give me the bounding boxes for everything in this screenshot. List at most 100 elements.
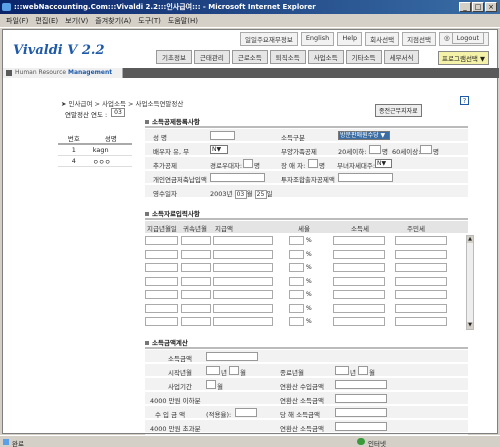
income-grid-cell[interactable] (145, 276, 178, 286)
name-input[interactable] (210, 131, 235, 140)
income-grid-cell[interactable] (395, 249, 447, 259)
income-amount-input[interactable] (206, 352, 258, 361)
disabled-input[interactable] (308, 159, 318, 168)
income-grid-cell[interactable] (289, 290, 304, 299)
period-input[interactable] (206, 380, 216, 389)
table-row[interactable]: 1 kagn (58, 144, 132, 156)
topnav-logout[interactable]: ◎ Logout (438, 32, 489, 46)
income-grid-cell[interactable] (213, 317, 273, 326)
income-grid-cell[interactable] (395, 276, 447, 286)
end-year-input[interactable] (335, 366, 349, 375)
grid-scrollbar[interactable]: ▲ ▼ (466, 235, 474, 330)
topnav-branch-select[interactable]: 지점선택 (402, 32, 436, 46)
income-grid-cell[interactable] (395, 317, 447, 326)
income-grid-cell[interactable] (181, 276, 211, 286)
income-grid-cell[interactable] (181, 317, 211, 326)
income-grid-cell[interactable] (145, 303, 178, 313)
income-grid-cell[interactable] (145, 290, 178, 299)
close-button[interactable]: × (485, 2, 497, 12)
income-grid-cell[interactable] (333, 249, 385, 259)
disabled-label: 장 애 자: (281, 162, 306, 170)
income-grid-cell[interactable] (333, 303, 385, 313)
topnav-company-select[interactable]: 회사선택 (365, 32, 400, 46)
income-grid-cell[interactable] (289, 317, 304, 326)
income-grid-cell[interactable] (181, 249, 211, 259)
year-input[interactable]: 03 (111, 108, 125, 117)
income-grid-cell[interactable] (333, 276, 385, 286)
income-grid-cell[interactable] (213, 236, 273, 245)
rate-input[interactable] (235, 408, 257, 417)
income-grid-cell[interactable] (181, 290, 211, 299)
income-grid-cell[interactable] (145, 236, 178, 245)
annual-income-input-2[interactable] (335, 422, 387, 431)
scroll-down-icon[interactable]: ▼ (467, 322, 473, 329)
income-grid-cell[interactable] (145, 317, 178, 326)
income-grid-cell[interactable] (395, 303, 447, 313)
income-grid-cell[interactable] (145, 263, 178, 272)
receipt-month-input[interactable]: 03 (234, 190, 247, 199)
income-grid-cell[interactable] (213, 303, 273, 313)
year-income-input[interactable] (335, 408, 387, 417)
under20-input[interactable] (369, 145, 381, 154)
receipt-day-input[interactable]: 25 (254, 190, 267, 199)
minimize-button[interactable]: _ (459, 2, 471, 12)
union-input[interactable] (338, 173, 393, 182)
income-grid-cell[interactable] (333, 236, 385, 245)
menu-help[interactable]: 도움말(H) (168, 16, 198, 26)
mainmenu-attendance[interactable]: 근태관리 (193, 50, 230, 64)
hr-square-icon (6, 70, 12, 76)
menu-edit[interactable]: 편집(E) (35, 16, 58, 26)
income-grid-cell[interactable] (395, 236, 447, 245)
end-month-input[interactable] (358, 366, 368, 375)
program-select[interactable]: 프로그램선택 ▼ (438, 51, 489, 65)
menu-tools[interactable]: 도구(T) (138, 16, 161, 26)
spouse-select[interactable]: N▼ (210, 145, 228, 154)
elderly-input[interactable] (243, 159, 253, 168)
topnav-english[interactable]: English (300, 32, 335, 46)
menu-favorites[interactable]: 즐겨찾기(A) (95, 16, 131, 26)
scroll-up-icon[interactable]: ▲ (467, 236, 473, 243)
section-deduction-title: 소득공제등록사항 (145, 116, 200, 126)
income-grid-cell[interactable] (145, 249, 178, 259)
previous-workplace-button[interactable]: 종전근무지자료 (375, 104, 422, 117)
topnav-help[interactable]: Help (337, 32, 363, 46)
income-grid-cell[interactable] (395, 263, 447, 272)
mainmenu-tax-forms[interactable]: 세무서식 (383, 50, 420, 64)
income-type-select[interactable]: 방문판매원수당 ▼ (338, 131, 390, 140)
table-row[interactable]: 4 ㅇㅇㅇ (58, 155, 132, 167)
mainmenu-earned-income[interactable]: 근로소득 (231, 50, 268, 64)
income-grid-cell[interactable] (181, 303, 211, 313)
annual-revenue-input[interactable] (335, 380, 387, 389)
help-icon[interactable]: ? (460, 96, 469, 105)
mainmenu-business-income[interactable]: 사업소득 (307, 50, 344, 64)
income-grid-cell[interactable] (213, 263, 273, 272)
mainmenu-retirement-income[interactable]: 퇴직소득 (269, 50, 306, 64)
income-grid-cell[interactable] (333, 317, 385, 326)
income-grid-cell[interactable] (213, 249, 273, 259)
maximize-button[interactable]: □ (472, 2, 484, 12)
over60-input[interactable] (420, 145, 432, 154)
income-grid-cell[interactable] (181, 263, 211, 272)
mainmenu-other-income[interactable]: 기타소득 (345, 50, 382, 64)
start-month-input[interactable] (229, 366, 239, 375)
start-year-input[interactable] (206, 366, 220, 375)
income-grid-cell[interactable] (289, 249, 304, 259)
annual-income-input[interactable] (335, 394, 387, 403)
income-grid-cell[interactable] (333, 290, 385, 299)
income-grid-cell[interactable] (213, 290, 273, 299)
receipt-year[interactable]: 2003 (210, 190, 227, 198)
income-grid-cell[interactable] (395, 290, 447, 299)
income-grid-cell[interactable] (289, 276, 304, 286)
menu-view[interactable]: 보기(V) (65, 16, 88, 26)
income-grid-cell[interactable] (181, 236, 211, 245)
income-grid-cell[interactable] (289, 236, 304, 245)
topnav-finance-info[interactable]: 일일주요재무정보 (239, 32, 298, 46)
income-grid-cell[interactable] (289, 263, 304, 272)
income-grid-cell[interactable] (289, 303, 304, 313)
female-head-select[interactable]: N▼ (375, 159, 392, 168)
income-grid-cell[interactable] (213, 276, 273, 286)
mainmenu-basic[interactable]: 기초정보 (156, 50, 192, 64)
menu-file[interactable]: 파일(F) (6, 16, 28, 26)
income-grid-cell[interactable] (333, 263, 385, 272)
pension-input[interactable] (210, 173, 265, 182)
